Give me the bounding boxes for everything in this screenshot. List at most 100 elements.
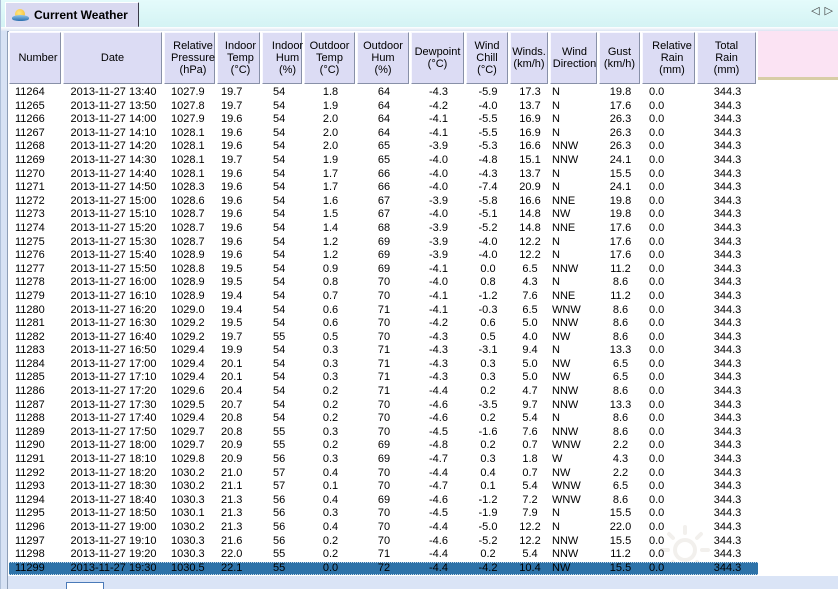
bottom-partial-control[interactable] [66, 582, 104, 589]
table-row[interactable]: 112732013-11-27 15:101028.719.6541.567-4… [9, 208, 758, 222]
cell: 54 [262, 249, 304, 263]
column-header[interactable]: Wind Direction [550, 32, 597, 84]
table-row[interactable]: 112752013-11-27 15:301028.719.6541.269-3… [9, 236, 758, 250]
cell: 0.0 [642, 236, 697, 250]
cell: 20.9 [510, 181, 550, 195]
column-header[interactable]: Indoor Temp (°C) [217, 32, 260, 84]
table-row[interactable]: 112962013-11-27 19:001030.221.3560.470-4… [9, 521, 758, 535]
cell: -1.2 [466, 290, 510, 304]
cell: 2013-11-27 19:10 [63, 535, 164, 549]
table-row[interactable]: 112782013-11-27 16:001028.919.5540.870-4… [9, 276, 758, 290]
table-row[interactable]: 112812013-11-27 16:301029.219.5540.670-4… [9, 317, 758, 331]
cell: 0.0 [642, 222, 697, 236]
table-row[interactable]: 112982013-11-27 19:201030.322.0550.271-4… [9, 548, 758, 562]
table-row[interactable]: 112862013-11-27 17:201029.620.4540.271-4… [9, 385, 758, 399]
column-header[interactable]: Outdoor Temp (°C) [304, 32, 355, 84]
table-row[interactable]: 112652013-11-27 13:501027.819.7541.964-4… [9, 100, 758, 114]
table-row[interactable]: 112932013-11-27 18:301030.221.1570.170-4… [9, 480, 758, 494]
cell: 2013-11-27 17:30 [63, 399, 164, 413]
tab-scroll-left-icon[interactable]: ◁ [811, 4, 819, 18]
table-row[interactable]: 112942013-11-27 18:401030.321.3560.469-4… [9, 494, 758, 508]
table-row[interactable]: 112852013-11-27 17:101029.420.1540.371-4… [9, 371, 758, 385]
table-row[interactable]: 112902013-11-27 18:001029.720.9550.269-4… [9, 439, 758, 453]
table-row[interactable]: 112952013-11-27 18:501030.121.3560.370-4… [9, 507, 758, 521]
table-row[interactable]: 112892013-11-27 17:501029.720.8550.370-4… [9, 426, 758, 440]
cell: -5.2 [466, 222, 510, 236]
table-row[interactable]: 112832013-11-27 16:501029.419.9540.371-4… [9, 344, 758, 358]
cell: 0.5 [466, 331, 510, 345]
cell: 5.0 [510, 371, 550, 385]
column-header[interactable]: Indoor Hum (%) [262, 32, 302, 84]
table-row[interactable]: 112802013-11-27 16:201029.019.4540.671-4… [9, 304, 758, 318]
tab-current-weather[interactable]: Current Weather [5, 2, 139, 27]
table-row[interactable]: 112842013-11-27 17:001029.420.1540.371-4… [9, 358, 758, 372]
table-row[interactable]: 112822013-11-27 16:401029.219.7550.570-4… [9, 331, 758, 345]
column-header[interactable]: Outdoor Hum (%) [357, 32, 409, 84]
cell: 1028.9 [164, 249, 217, 263]
cell: 1030.3 [164, 548, 217, 562]
cell: WNW [550, 439, 599, 453]
table-row[interactable]: 112922013-11-27 18:201030.221.0570.470-4… [9, 467, 758, 481]
cell: 11286 [9, 385, 63, 399]
cell: 11281 [9, 317, 63, 331]
table-row[interactable]: 112682013-11-27 14:201028.119.6542.065-3… [9, 140, 758, 154]
cell: -4.6 [411, 399, 466, 413]
cell: -4.4 [411, 467, 466, 481]
cell: 11284 [9, 358, 63, 372]
table-row-selected[interactable]: 112992013-11-27 19:301030.522.1550.072-4… [9, 562, 758, 576]
table-row[interactable]: 112742013-11-27 15:201028.719.6541.468-3… [9, 222, 758, 236]
cell: 1.8 [510, 453, 550, 467]
table-row[interactable]: 112762013-11-27 15:401028.919.6541.269-3… [9, 249, 758, 263]
cell: 54 [262, 236, 304, 250]
cell: 344.3 [697, 276, 758, 290]
column-header[interactable]: Total Rain (mm) [697, 32, 756, 84]
cell: 2013-11-27 16:40 [63, 331, 164, 345]
cell: 1028.7 [164, 222, 217, 236]
cell: 1028.1 [164, 127, 217, 141]
table-row[interactable]: 112672013-11-27 14:101028.119.6542.064-4… [9, 127, 758, 141]
cell: 0.7 [510, 467, 550, 481]
table-row[interactable]: 112912013-11-27 18:101029.820.9560.369-4… [9, 453, 758, 467]
table-row[interactable]: 112722013-11-27 15:001028.619.6541.667-3… [9, 195, 758, 209]
cell: -4.4 [411, 385, 466, 399]
cell: 344.3 [697, 412, 758, 426]
table-row[interactable]: 112872013-11-27 17:301029.520.7540.270-4… [9, 399, 758, 413]
table-row[interactable]: 112972013-11-27 19:101030.321.6560.270-4… [9, 535, 758, 549]
cell: -3.5 [466, 399, 510, 413]
table-row[interactable]: 112692013-11-27 14:301028.119.7541.965-4… [9, 154, 758, 168]
table-row[interactable]: 112772013-11-27 15:501028.819.5540.969-4… [9, 263, 758, 277]
column-header[interactable]: Relative Rain (mm) [642, 32, 695, 84]
cell: 344.3 [697, 127, 758, 141]
table-row[interactable]: 112712013-11-27 14:501028.319.6541.766-4… [9, 181, 758, 195]
table-row[interactable]: 112662013-11-27 14:001027.919.6542.064-4… [9, 113, 758, 127]
cell: 1029.4 [164, 412, 217, 426]
cell: -4.0 [411, 181, 466, 195]
column-header[interactable]: Winds. (km/h) [510, 32, 548, 84]
cell: 56 [262, 453, 304, 467]
cell: 2.0 [304, 113, 357, 127]
column-header[interactable]: Relative Pressure (hPa) [164, 32, 215, 84]
cell: 1030.5 [164, 563, 217, 575]
column-header[interactable]: Gust (km/h) [599, 32, 640, 84]
cell: NNW [550, 317, 599, 331]
column-header[interactable]: Date [63, 32, 162, 84]
cell: -3.9 [411, 222, 466, 236]
table-row[interactable]: 112642013-11-27 13:401027.919.7541.864-4… [9, 86, 758, 100]
cell: 344.3 [697, 344, 758, 358]
cell: 71 [357, 371, 411, 385]
cell: 0.3 [304, 426, 357, 440]
cell: 68 [357, 222, 411, 236]
table-row[interactable]: 112702013-11-27 14:401028.119.6541.766-4… [9, 168, 758, 182]
cell: N [550, 181, 599, 195]
cell: 12.2 [510, 236, 550, 250]
table-row[interactable]: 112792013-11-27 16:101028.919.4540.770-4… [9, 290, 758, 304]
cell: 57 [262, 467, 304, 481]
column-header[interactable]: Number [9, 32, 61, 84]
column-header[interactable]: Dewpoint (°C) [411, 32, 464, 84]
cell: 6.5 [599, 358, 642, 372]
column-header[interactable]: Wind Chill (°C) [466, 32, 508, 84]
cell: 11290 [9, 439, 63, 453]
cell: 0.2 [304, 548, 357, 562]
tab-scroll-right-icon[interactable]: ▷ [825, 4, 833, 18]
table-row[interactable]: 112882013-11-27 17:401029.420.8540.270-4… [9, 412, 758, 426]
